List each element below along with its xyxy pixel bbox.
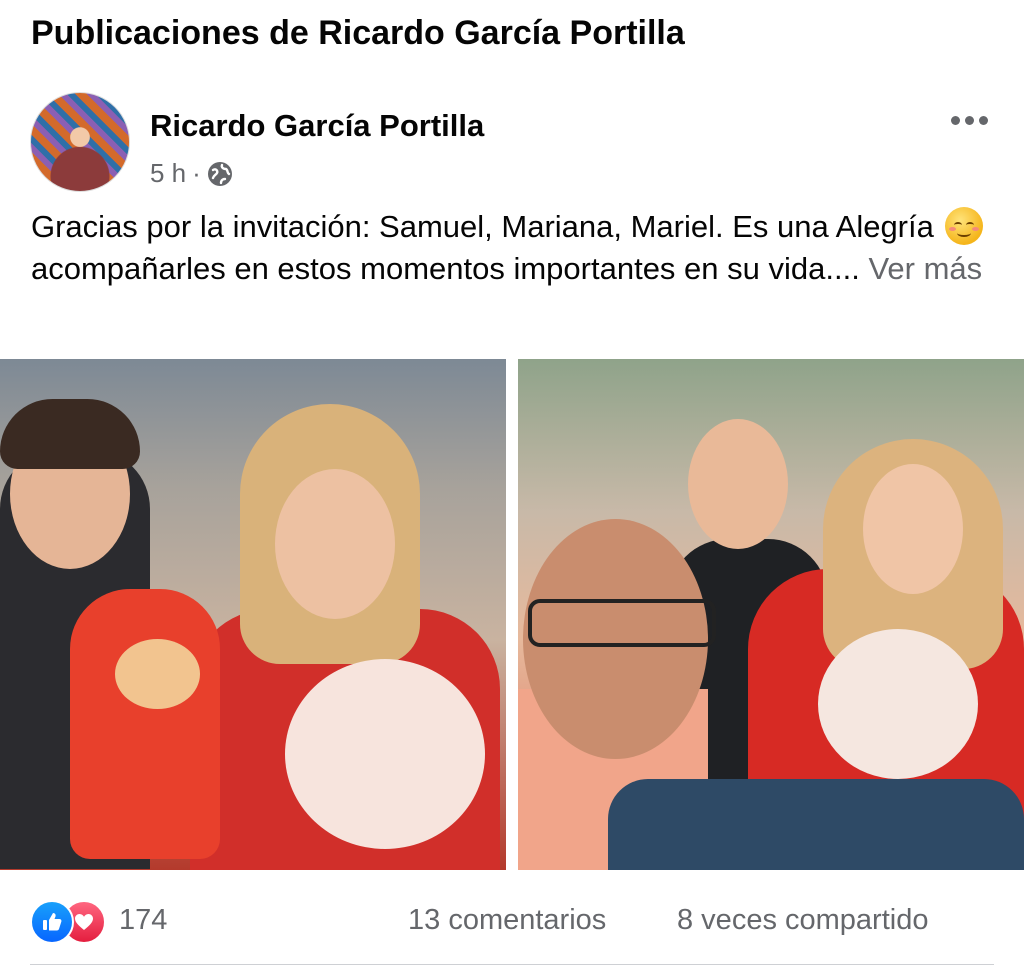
photo-bag-shape: [608, 779, 1024, 870]
emoji-blush: [948, 227, 956, 231]
reaction-count[interactable]: 174: [119, 904, 167, 937]
more-dot: [978, 115, 988, 125]
reactions-bar: 174 13 comentarios 8 veces compartido: [0, 890, 1024, 950]
more-horizontal-icon: [950, 115, 960, 125]
globe-icon: [207, 161, 233, 187]
more-dot: [964, 115, 974, 125]
avatar[interactable]: [30, 92, 130, 192]
more-options-button[interactable]: [940, 102, 998, 138]
shares-count-link[interactable]: 8 veces compartido: [677, 904, 928, 937]
post-text-part2: acompañarles en estos momentos important…: [31, 251, 860, 286]
emoji-mouth: [956, 229, 971, 237]
photo-doll-shape: [70, 589, 220, 859]
relieved-face-emoji: [944, 207, 983, 245]
author-name[interactable]: Ricardo García Portilla: [150, 108, 484, 144]
meta-separator: ·: [192, 158, 201, 188]
emoji-blush: [971, 227, 979, 231]
post-header: Ricardo García Portilla 5 h ·: [0, 92, 1024, 192]
post-photo-1[interactable]: [0, 359, 506, 870]
page-title: Publicaciones de Ricardo García Portilla: [31, 14, 685, 52]
photo-face-shape: [863, 464, 963, 594]
photo-face-shape: [275, 469, 395, 619]
post-meta: 5 h ·: [150, 158, 233, 189]
divider: [30, 964, 994, 965]
post-text: Gracias por la invitación: Samuel, Maria…: [31, 206, 991, 290]
like-icon: [30, 900, 74, 944]
post-photo-2[interactable]: [518, 359, 1024, 870]
photo-face-shape: [688, 419, 788, 549]
photo-baby-shape: [285, 659, 485, 849]
post-time[interactable]: 5 h: [150, 158, 186, 189]
photo-hair-shape: [0, 399, 140, 469]
photo-baby-shape: [818, 629, 978, 779]
photo-doll-face-shape: [115, 639, 200, 709]
photo-glasses-shape: [528, 599, 716, 647]
reaction-icons[interactable]: [30, 900, 112, 944]
see-more-link[interactable]: Ver más: [868, 251, 982, 286]
post-text-part1: Gracias por la invitación: Samuel, Maria…: [31, 209, 934, 244]
comments-count-link[interactable]: 13 comentarios: [408, 904, 606, 937]
